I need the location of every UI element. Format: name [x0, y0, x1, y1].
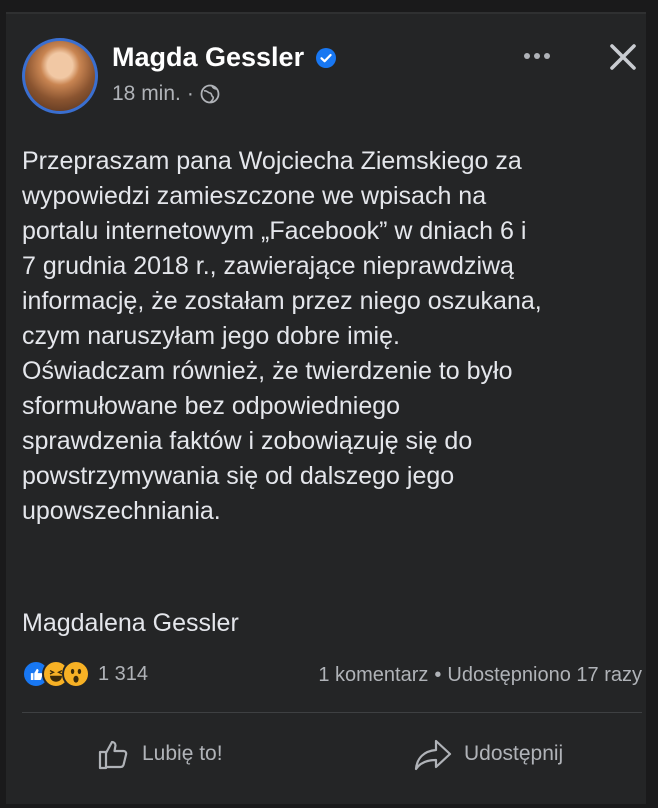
- post-header: Magda Gessler 18 min. ·: [6, 14, 646, 124]
- more-options-icon[interactable]: [519, 44, 555, 68]
- avatar[interactable]: [22, 38, 98, 114]
- close-icon[interactable]: [608, 42, 638, 72]
- like-button-label: Lubię to!: [142, 742, 223, 765]
- actions-divider: [22, 712, 642, 713]
- post-signature: Magdalena Gessler: [22, 609, 239, 637]
- share-button-label: Udostępnij: [464, 742, 564, 765]
- verified-badge-icon: [316, 48, 336, 68]
- share-button[interactable]: Udostępnij: [414, 736, 563, 772]
- post-text: Przepraszam pana Wojciecha Ziemskiego za…: [22, 147, 542, 525]
- author-name[interactable]: Magda Gessler: [112, 42, 304, 73]
- globe-icon: [200, 84, 220, 104]
- post-time[interactable]: 18 min.: [112, 82, 181, 106]
- post-meta: 18 min. ·: [112, 82, 220, 106]
- post-actions: Lubię to! Udostępnij: [6, 726, 646, 786]
- like-button[interactable]: Lubię to!: [96, 736, 223, 772]
- comments-count[interactable]: 1 komentarz: [318, 664, 428, 687]
- share-arrow-icon: [414, 739, 452, 771]
- meta-separator: ·: [186, 82, 194, 105]
- thumbs-up-icon: [98, 740, 128, 770]
- shares-count[interactable]: Udostępniono 17 razy: [447, 664, 642, 687]
- reactions-summary[interactable]: 1 314: [22, 660, 148, 688]
- post-stats: 1 314 1 komentarz • Udostępniono 17 razy: [22, 660, 642, 700]
- reaction-count: 1 314: [98, 662, 149, 685]
- avatar-photo: [25, 41, 95, 111]
- stats-separator: •: [434, 664, 442, 686]
- post-card: Magda Gessler 18 min. · Przepraszam pana…: [6, 12, 646, 804]
- wow-reaction-icon: [62, 660, 90, 688]
- engagement-stats: 1 komentarz • Udostępniono 17 razy: [318, 664, 642, 687]
